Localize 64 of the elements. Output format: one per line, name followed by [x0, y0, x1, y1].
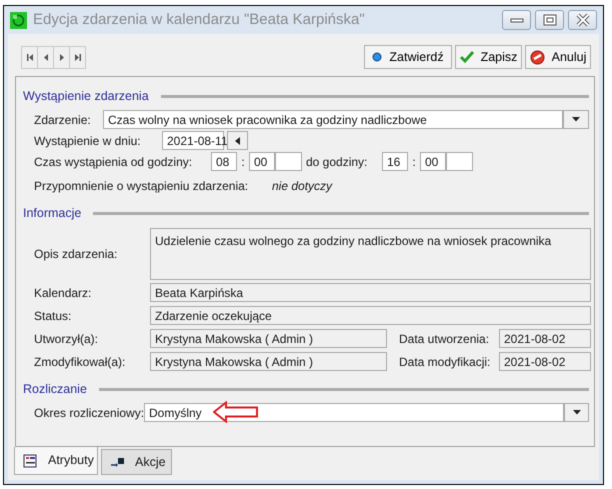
field-label: do godziny: [306, 154, 368, 170]
field-label: Kalendarz: [34, 284, 92, 302]
dot-icon [372, 52, 382, 62]
calendar-field: Beata Karpińska [150, 283, 591, 302]
user-field: Krystyna Makowska ( Admin ) [150, 352, 387, 371]
time-separator: : [411, 154, 417, 170]
last-button[interactable] [69, 46, 86, 68]
section-heading: Rozliczanie [23, 380, 87, 398]
field-label: Przypomnienie o wystąpieniu zdarzenia: [34, 178, 250, 194]
minute-field[interactable]: 00 [249, 152, 275, 171]
field-label: Wystąpienie w dniu: [34, 132, 142, 150]
time-separator: : [240, 154, 246, 170]
first-button[interactable] [21, 46, 38, 68]
date-field: 2021-08-02 [499, 329, 591, 348]
save-button[interactable]: Zapisz [455, 45, 522, 69]
field-label: Opis zdarzenia: [34, 246, 118, 263]
annotation-arrow [213, 401, 259, 423]
field-label: Zdarzenie: [34, 112, 92, 128]
period-dropdown[interactable]: Domyślny [144, 403, 564, 422]
field-label: Data utworzenia: [399, 330, 490, 348]
minute-field[interactable]: 00 [420, 152, 446, 171]
next-icon [58, 52, 66, 62]
tab[interactable]: Atrybuty [14, 447, 98, 475]
dropdown-button[interactable] [563, 110, 589, 129]
field-label: Czas wystąpienia od godziny: [34, 154, 194, 170]
status-field: Zdarzenie oczekujące [150, 306, 591, 325]
cancel-icon [530, 50, 545, 64]
previous-day-button[interactable] [227, 131, 248, 150]
time-field[interactable] [446, 152, 473, 171]
field-label: Okres rozliczeniowy: [34, 404, 144, 422]
minimize-button[interactable] [502, 10, 531, 30]
close-button[interactable] [568, 10, 597, 30]
hour-field[interactable]: 16 [382, 152, 408, 171]
last-icon [74, 52, 82, 62]
next-button[interactable] [53, 46, 70, 68]
dropdown-button[interactable] [564, 403, 589, 422]
window-title: Edycja zdarzenia w kalendarzu "Beata Karpińska" [33, 10, 365, 30]
maximize-button[interactable] [535, 10, 564, 30]
previous-icon [42, 52, 50, 62]
section-heading: Wystąpienie zdarzenia [23, 88, 149, 105]
left-arrow-icon [235, 136, 240, 144]
form-icon [23, 454, 38, 468]
confirm-button[interactable]: Zatwierdź [364, 45, 452, 69]
field-label: Utworzył(a): [34, 330, 100, 348]
description-field: Udzielenie czasu wolnego za godziny nadliczbowe na wniosek pracownika [150, 228, 591, 280]
caret-icon [572, 117, 580, 122]
hour-field[interactable]: 08 [211, 152, 237, 171]
field-label: Status: [34, 308, 72, 324]
reminder-value: nie dotyczy [272, 178, 332, 194]
time-field[interactable] [275, 152, 302, 171]
tab[interactable]: Akcje [101, 449, 172, 475]
checkmark-icon [460, 50, 474, 64]
cancel-button[interactable]: Anuluj [525, 45, 591, 69]
field-label: Data modyfikacji: [399, 354, 492, 370]
arrow-square-icon [110, 455, 125, 469]
app-icon [10, 12, 27, 28]
previous-button[interactable] [37, 46, 54, 68]
caret-icon [572, 410, 580, 415]
user-field: Krystyna Makowska ( Admin ) [150, 329, 387, 348]
first-icon [26, 52, 34, 62]
event-dropdown[interactable]: Czas wolny na wniosek pracownika za godziny nadliczbowe [103, 110, 563, 129]
section-heading: Informacje [23, 204, 82, 222]
date-field: 2021-08-02 [499, 352, 591, 371]
field-label: Zmodyfikował(a): [34, 354, 126, 370]
